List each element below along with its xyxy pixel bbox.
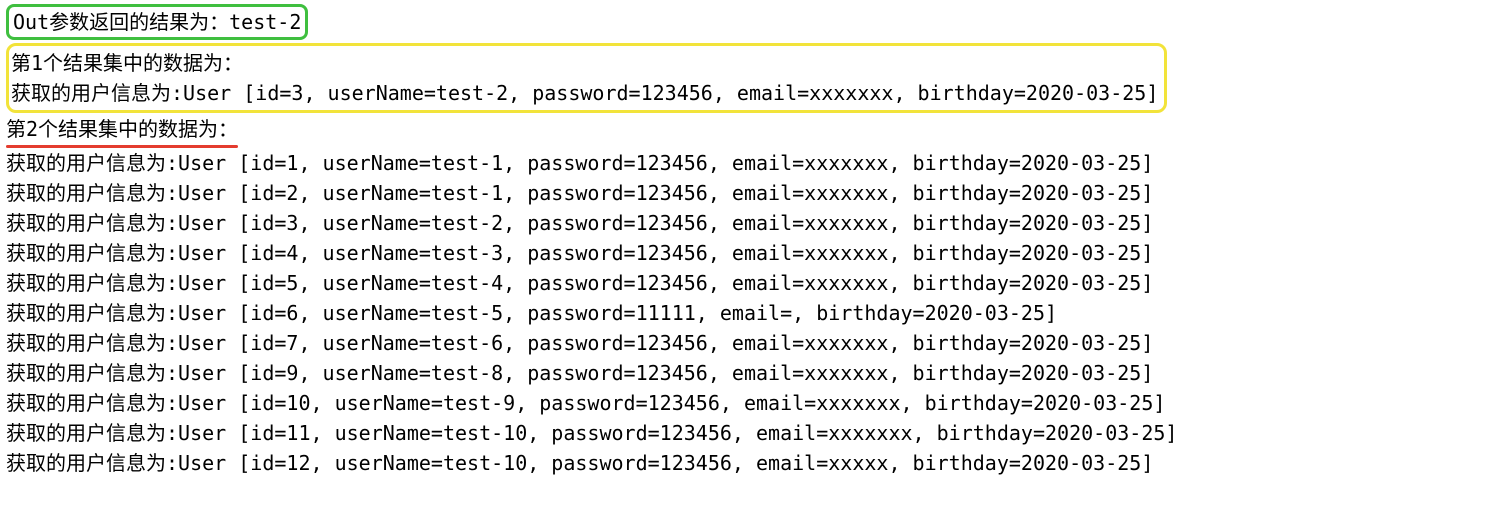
result-set-2-header: 第2个结果集中的数据为： (6, 117, 238, 141)
result-set-1-header: 第1个结果集中的数据为： (11, 48, 1158, 78)
result-set-2-row: 获取的用户信息为:User [id=4, userName=test-3, pa… (6, 238, 1480, 268)
result-set-2-row: 获取的用户信息为:User [id=9, userName=test-8, pa… (6, 358, 1480, 388)
result-set-2-row: 获取的用户信息为:User [id=10, userName=test-9, p… (6, 388, 1480, 418)
result-set-2-row: 获取的用户信息为:User [id=1, userName=test-1, pa… (6, 148, 1480, 178)
result-set-2-row: 获取的用户信息为:User [id=11, userName=test-10, … (6, 418, 1480, 448)
result-set-2-row: 获取的用户信息为:User [id=7, userName=test-6, pa… (6, 328, 1480, 358)
result-set-2-row: 获取的用户信息为:User [id=3, userName=test-2, pa… (6, 208, 1480, 238)
result-set-2-header-underline: 第2个结果集中的数据为： (6, 114, 238, 148)
result-set-1-row: 获取的用户信息为:User [id=3, userName=test-2, pa… (11, 78, 1158, 108)
result-set-2-row: 获取的用户信息为:User [id=5, userName=test-4, pa… (6, 268, 1480, 298)
out-param-highlight: Out参数返回的结果为：test-2 (6, 4, 308, 40)
result-set-2-row: 获取的用户信息为:User [id=6, userName=test-5, pa… (6, 298, 1480, 328)
result-set-2-row: 获取的用户信息为:User [id=2, userName=test-1, pa… (6, 178, 1480, 208)
result-set-1-highlight: 第1个结果集中的数据为： 获取的用户信息为:User [id=3, userNa… (6, 43, 1167, 113)
out-param-text: Out参数返回的结果为：test-2 (13, 10, 301, 34)
result-set-2-row: 获取的用户信息为:User [id=12, userName=test-10, … (6, 448, 1480, 478)
